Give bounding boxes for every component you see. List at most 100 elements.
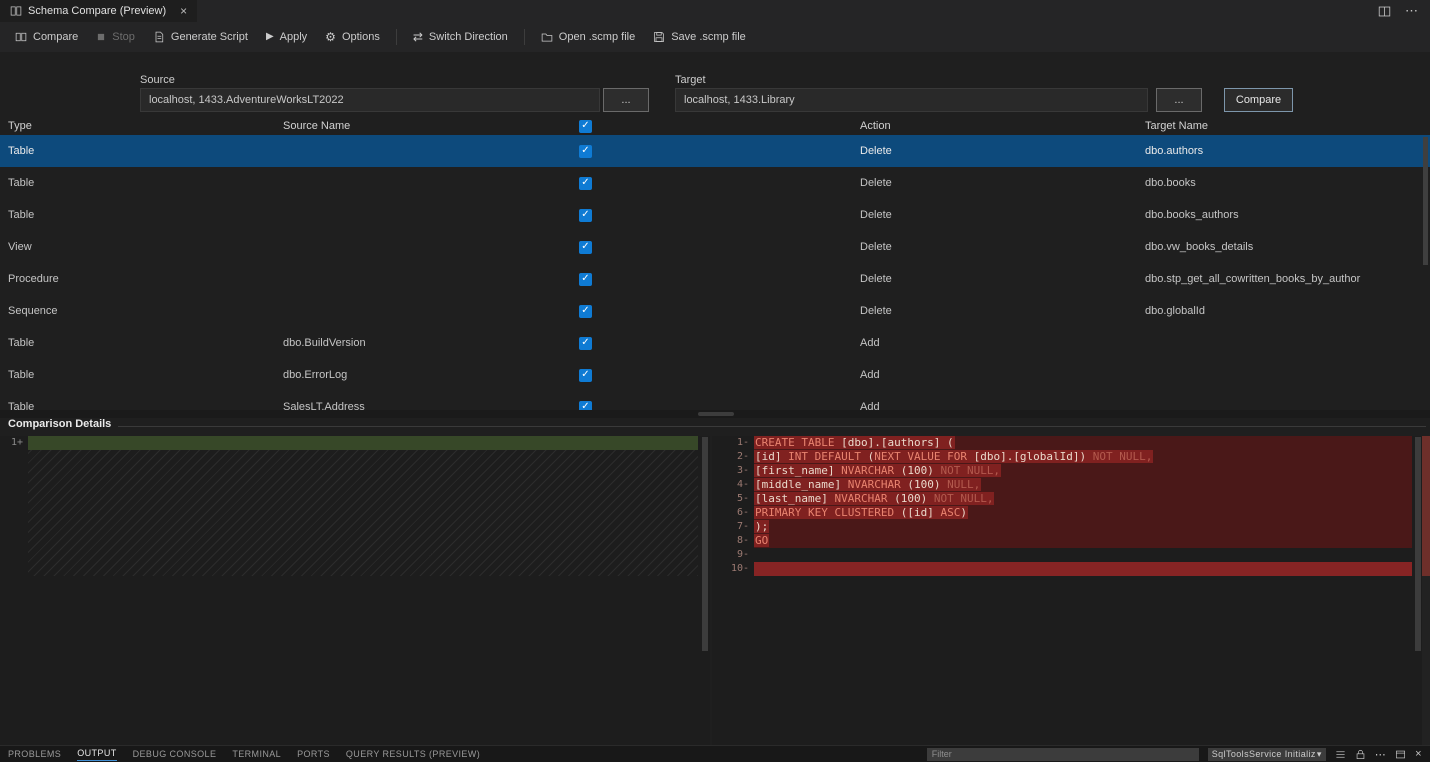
code-line: [middle_name] NVARCHAR (100) NULL, [754, 478, 1412, 492]
compare-button[interactable]: Compare [6, 27, 87, 47]
open-file-icon [541, 31, 553, 43]
diff-left-scrollbar[interactable] [702, 437, 708, 651]
source-label: Source [140, 74, 175, 86]
row-checkbox[interactable] [579, 273, 592, 286]
table-row[interactable]: TableDeletedbo.authors [0, 135, 1430, 167]
target-input[interactable] [675, 88, 1148, 112]
column-header-type[interactable]: Type [0, 120, 283, 132]
column-header-action[interactable]: Action [860, 120, 1145, 132]
row-type: Table [0, 369, 283, 381]
row-type: Sequence [0, 305, 283, 317]
table-row[interactable]: ViewDeletedbo.vw_books_details [0, 231, 1430, 263]
table-row[interactable]: TableDeletedbo.books [0, 167, 1430, 199]
schema-compare-window: Schema Compare (Preview) × ⋯ Compare Stop… [0, 0, 1430, 762]
toolbar-button-label: Stop [112, 31, 135, 43]
row-type: Table [0, 177, 283, 189]
switch-direction-button[interactable]: ⇄ Switch Direction [404, 27, 517, 47]
results-grid-header: Type Source Name Action Target Name [0, 117, 1430, 135]
row-action: Add [860, 337, 1145, 349]
row-include-cell [579, 369, 860, 382]
switch-direction-icon: ⇄ [413, 31, 423, 43]
options-button[interactable]: ⚙Options [316, 27, 389, 47]
table-row[interactable]: TableDeletedbo.books_authors [0, 199, 1430, 231]
row-checkbox[interactable] [579, 241, 592, 254]
compare-button[interactable]: Compare [1224, 88, 1293, 112]
row-checkbox[interactable] [579, 305, 592, 318]
table-row[interactable]: ProcedureDeletedbo.stp_get_all_cowritten… [0, 263, 1430, 295]
code-line: [id] INT DEFAULT (NEXT VALUE FOR [dbo].[… [754, 450, 1412, 464]
changed-text: [middle_name] NVARCHAR (100) NULL, [754, 478, 981, 491]
output-channel-select[interactable]: SqlToolsService Initializ ▾ [1208, 748, 1326, 761]
panel-splitter[interactable] [0, 410, 1430, 418]
table-row[interactable]: SequenceDeletedbo.globalId [0, 295, 1430, 327]
column-header-source-name[interactable]: Source Name [283, 120, 579, 132]
target-label: Target [675, 74, 706, 86]
stop-icon [96, 32, 106, 42]
source-input[interactable] [140, 88, 600, 112]
close-panel-icon[interactable]: × [1415, 748, 1422, 760]
diff-pane-target: 1-2-3-4-5-6-7-8-9-10- CREATE TABLE [dbo]… [712, 436, 1430, 745]
open-scmp-file-button[interactable]: Open .scmp file [532, 27, 644, 47]
more-panel-actions-icon[interactable]: ⋯ [1375, 748, 1386, 761]
tab-schema-compare[interactable]: Schema Compare (Preview) × [0, 0, 197, 22]
row-include-cell [579, 273, 860, 286]
row-include-cell [579, 337, 860, 350]
grid-scrollbar[interactable] [1423, 137, 1428, 265]
diff-left-content [28, 436, 698, 745]
split-editor-icon[interactable] [1378, 5, 1391, 18]
more-actions-icon[interactable]: ⋯ [1405, 3, 1418, 19]
close-icon[interactable]: × [180, 4, 187, 18]
apply-button[interactable]: ▶Apply [257, 27, 316, 47]
panel-tab-output[interactable]: OUTPUT [77, 747, 116, 761]
stop-button[interactable]: Stop [87, 27, 144, 47]
toolbar-button-label: Options [342, 31, 380, 43]
diff-right-scrollbar[interactable] [1415, 437, 1421, 651]
target-browse-button[interactable]: ... [1156, 88, 1202, 112]
row-checkbox[interactable] [579, 337, 592, 350]
row-checkbox[interactable] [579, 145, 592, 158]
row-checkbox[interactable] [579, 401, 592, 411]
row-type: Table [0, 209, 283, 221]
toolbar-separator [524, 29, 525, 45]
table-row[interactable]: Tabledbo.BuildVersionAdd [0, 327, 1430, 359]
code-line: GO [754, 534, 1412, 548]
toolbar-button-label: Compare [33, 31, 78, 43]
save-file-icon [653, 31, 665, 43]
generate-script-button[interactable]: Generate Script [144, 27, 257, 47]
panel-tab-problems[interactable]: PROBLEMS [8, 748, 61, 761]
details-divider [118, 426, 1426, 427]
code-line: PRIMARY KEY CLUSTERED ([id] ASC) [754, 506, 1412, 520]
panel-tab-terminal[interactable]: TERMINAL [232, 748, 281, 761]
compare-icon [15, 31, 27, 43]
output-filter-input[interactable] [927, 748, 1199, 761]
column-header-target-name[interactable]: Target Name [1145, 120, 1430, 132]
editor-tab-bar: Schema Compare (Preview) × ⋯ [0, 0, 1430, 22]
line-number: 1- [712, 436, 752, 450]
save-scmp-file-button[interactable]: Save .scmp file [644, 27, 755, 47]
line-number: 2- [712, 450, 752, 464]
toolbar-separator [396, 29, 397, 45]
clear-output-icon[interactable] [1335, 749, 1346, 760]
toolbar-button-label: Switch Direction [429, 31, 508, 43]
panel-tab-ports[interactable]: PORTS [297, 748, 330, 761]
row-target-name: dbo.books_authors [1145, 209, 1430, 221]
schema-compare-toolbar: Compare Stop Generate Script ▶Apply⚙Options… [0, 22, 1430, 52]
row-checkbox[interactable] [579, 209, 592, 222]
toolbar-button-label: Generate Script [171, 31, 248, 43]
panel-tab-debug-console[interactable]: DEBUG CONSOLE [133, 748, 217, 761]
panel-tab-query-results-preview-[interactable]: QUERY RESULTS (PREVIEW) [346, 748, 480, 761]
row-include-cell [579, 241, 860, 254]
changed-text: ); [754, 520, 769, 533]
maximize-panel-icon[interactable] [1395, 749, 1406, 760]
row-checkbox[interactable] [579, 369, 592, 382]
table-row[interactable]: TableSalesLT.AddressAdd [0, 391, 1430, 410]
row-checkbox[interactable] [579, 177, 592, 190]
source-browse-button[interactable]: ... [603, 88, 649, 112]
lock-scroll-icon[interactable] [1355, 749, 1366, 760]
row-action: Delete [860, 305, 1145, 317]
row-target-name: dbo.stp_get_all_cowritten_books_by_autho… [1145, 273, 1430, 285]
table-row[interactable]: Tabledbo.ErrorLogAdd [0, 359, 1430, 391]
row-action: Delete [860, 177, 1145, 189]
diff-pane-source: 1+ [0, 436, 710, 745]
select-all-checkbox[interactable] [579, 120, 592, 133]
